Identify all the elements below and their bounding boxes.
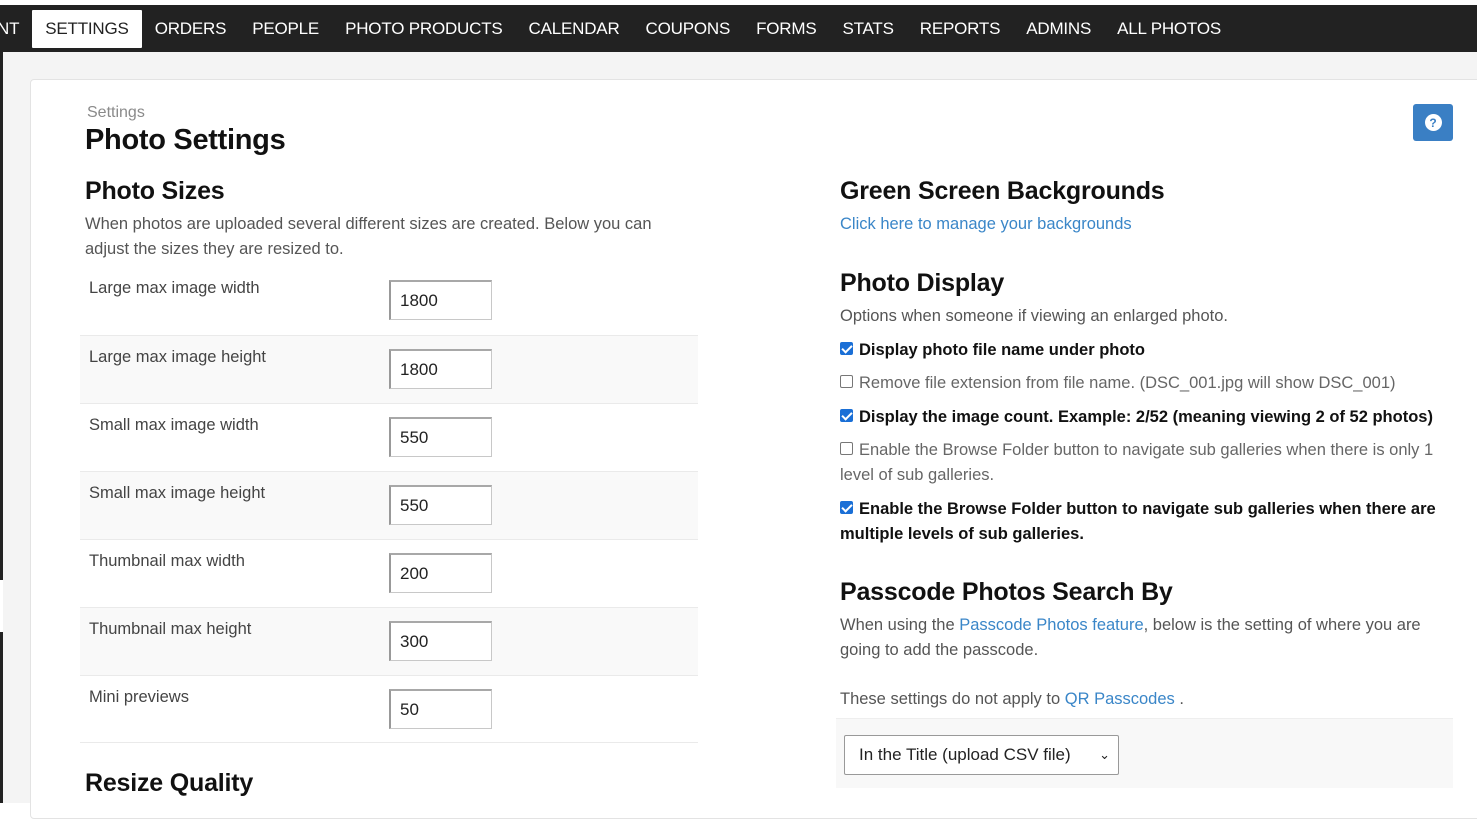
nav-item-admins[interactable]: ADMINS	[1013, 10, 1104, 48]
photo-display-description: Options when someone if viewing an enlar…	[840, 307, 1228, 325]
nav-item-orders[interactable]: ORDERS	[142, 10, 240, 48]
green-screen-heading: Green Screen Backgrounds	[840, 177, 1165, 205]
option-label: Enable the Browse Folder button to navig…	[840, 500, 1436, 543]
sidebar-edge	[0, 52, 3, 580]
help-button[interactable]: ?	[1413, 104, 1453, 141]
manage-backgrounds-link[interactable]: Click here to manage your backgrounds	[840, 215, 1132, 233]
field-label: Large max image height	[89, 348, 267, 366]
nav-item-reports[interactable]: REPORTS	[907, 10, 1013, 48]
large-height-input[interactable]	[389, 349, 492, 389]
field-label: Thumbnail max width	[89, 552, 245, 570]
question-circle-icon: ?	[1424, 114, 1442, 131]
chevron-down-icon: ⌄	[1099, 747, 1110, 762]
option-display-filename[interactable]: Display photo file name under photo	[840, 338, 1460, 363]
nav-item-calendar[interactable]: CALENDAR	[516, 10, 633, 48]
passcode-description: When using the Passcode Photos feature, …	[840, 613, 1455, 663]
resize-quality-heading: Resize Quality	[85, 769, 254, 797]
option-browse-single-level[interactable]: Enable the Browse Folder button to navig…	[840, 438, 1440, 488]
nav-items: NT SETTINGS ORDERS PEOPLE PHOTO PRODUCTS…	[0, 10, 1234, 48]
checkbox[interactable]	[840, 409, 853, 422]
option-browse-multi-level[interactable]: Enable the Browse Folder button to navig…	[840, 497, 1455, 547]
option-label: Display photo file name under photo	[859, 341, 1146, 359]
field-label: Large max image width	[89, 279, 260, 297]
field-label: Thumbnail max height	[89, 620, 252, 638]
nav-item-forms[interactable]: FORMS	[743, 10, 829, 48]
small-height-input[interactable]	[389, 485, 492, 525]
page-title: Photo Settings	[85, 124, 286, 156]
passcode-select-row: In the Title (upload CSV file) ⌄	[836, 718, 1453, 788]
passcode-desc-before: When using the	[840, 616, 960, 634]
option-image-count[interactable]: Display the image count. Example: 2/52 (…	[840, 405, 1460, 430]
checkbox[interactable]	[840, 375, 853, 388]
passcode-note-before: These settings do not apply to	[840, 690, 1065, 708]
field-label: Small max image width	[89, 416, 259, 434]
size-row-large-height: Large max image height	[80, 335, 698, 403]
nav-item-stats[interactable]: STATS	[829, 10, 906, 48]
option-remove-extension[interactable]: Remove file extension from file name. (D…	[840, 371, 1460, 396]
select-value: In the Title (upload CSV file)	[859, 745, 1071, 764]
option-label: Remove file extension from file name. (D…	[859, 374, 1396, 392]
option-label: Display the image count. Example: 2/52 (…	[859, 408, 1433, 426]
top-nav: NT SETTINGS ORDERS PEOPLE PHOTO PRODUCTS…	[0, 0, 1477, 52]
field-label: Mini previews	[89, 688, 189, 706]
qr-passcodes-link[interactable]: QR Passcodes	[1065, 690, 1175, 708]
size-row-large-width: Large max image width	[80, 267, 698, 335]
passcode-note: These settings do not apply to QR Passco…	[840, 687, 1184, 712]
photo-display-heading: Photo Display	[840, 269, 1005, 297]
nav-item-photo-products[interactable]: PHOTO PRODUCTS	[332, 10, 515, 48]
thumbnail-height-input[interactable]	[389, 621, 492, 661]
nav-item-all-photos[interactable]: ALL PHOTOS	[1104, 10, 1234, 48]
nav-item-coupons[interactable]: COUPONS	[633, 10, 744, 48]
passcode-heading: Passcode Photos Search By	[840, 578, 1173, 606]
checkbox[interactable]	[840, 342, 853, 355]
size-row-mini-previews: Mini previews	[80, 675, 698, 743]
sidebar-edge-lower	[0, 632, 3, 803]
mini-previews-input[interactable]	[389, 689, 492, 729]
checkbox[interactable]	[840, 501, 853, 514]
passcode-feature-link[interactable]: Passcode Photos feature	[959, 616, 1143, 634]
nav-item-settings[interactable]: SETTINGS	[32, 10, 142, 48]
manage-backgrounds-link-wrap: Click here to manage your backgrounds	[840, 212, 1132, 237]
nav-item-people[interactable]: PEOPLE	[239, 10, 332, 48]
breadcrumb[interactable]: Settings	[87, 104, 145, 122]
large-width-input[interactable]	[389, 280, 492, 320]
size-row-small-height: Small max image height	[80, 471, 698, 539]
passcode-note-after: .	[1174, 690, 1184, 708]
top-strip	[0, 0, 1477, 5]
nav-item-partial[interactable]: NT	[0, 10, 32, 48]
size-row-thumbnail-height: Thumbnail max height	[80, 607, 698, 675]
photo-sizes-description: When photos are uploaded several differe…	[85, 215, 652, 258]
passcode-search-select[interactable]: In the Title (upload CSV file) ⌄	[844, 735, 1119, 775]
field-label: Small max image height	[89, 484, 266, 502]
photo-sizes-heading: Photo Sizes	[85, 177, 225, 205]
option-label: Enable the Browse Folder button to navig…	[840, 441, 1434, 484]
thumbnail-width-input[interactable]	[389, 553, 492, 593]
size-row-small-width: Small max image width	[80, 403, 698, 471]
small-width-input[interactable]	[389, 417, 492, 457]
checkbox[interactable]	[840, 442, 853, 455]
size-row-thumbnail-width: Thumbnail max width	[80, 539, 698, 607]
